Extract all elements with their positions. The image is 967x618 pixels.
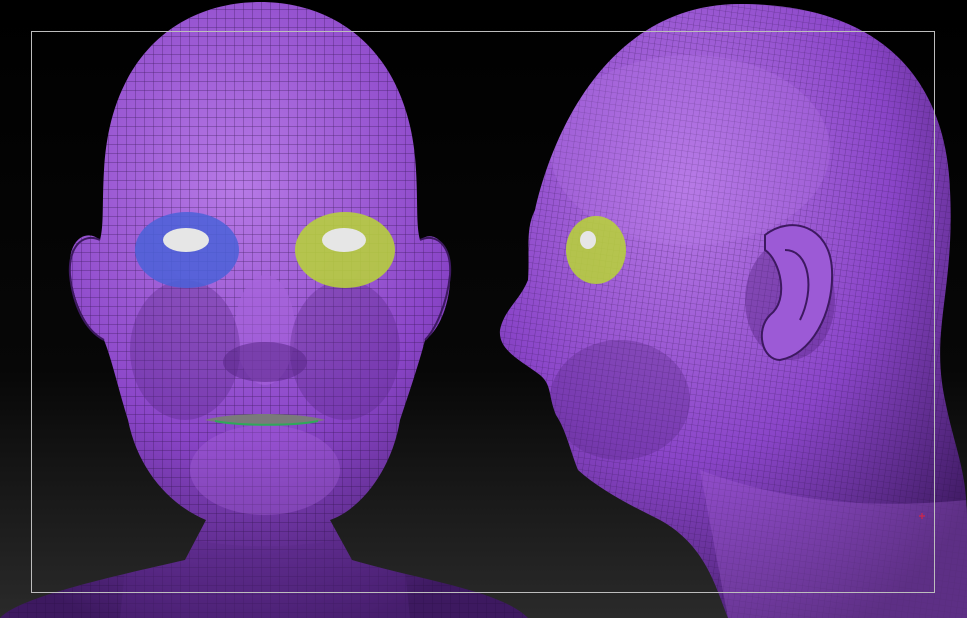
transpose-marker-icon	[919, 513, 925, 519]
side-view-head[interactable]	[480, 0, 967, 618]
viewport-canvas[interactable]	[0, 0, 967, 618]
eyeball-left	[163, 228, 209, 252]
eye-mask-side	[566, 216, 626, 284]
sculpt-render[interactable]	[0, 0, 967, 618]
front-view-head[interactable]	[0, 0, 540, 618]
eyeball-side	[580, 231, 596, 249]
eyeball-right	[322, 228, 366, 252]
